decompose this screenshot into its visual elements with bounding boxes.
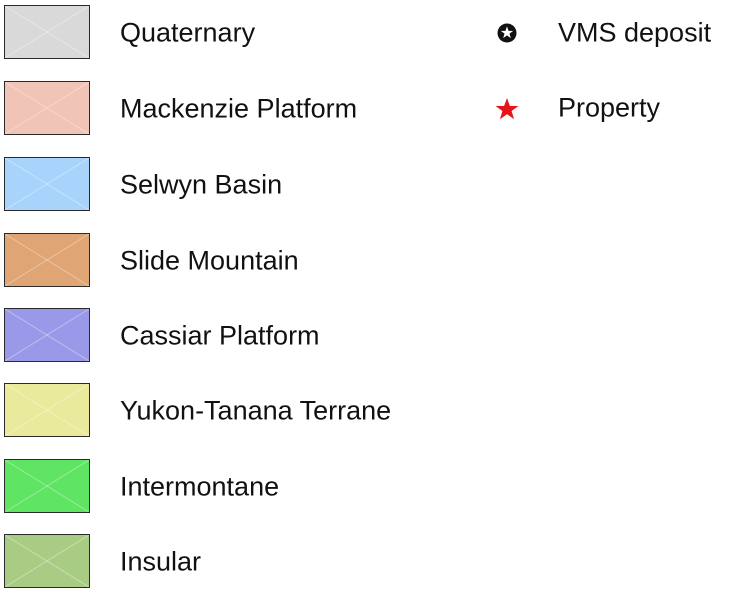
legend-item-selwyn-basin: Selwyn Basin <box>4 157 444 213</box>
swatch-hatch <box>5 6 89 58</box>
yukon-tanana-terrane-swatch <box>4 383 90 437</box>
circled-star-icon <box>490 13 524 53</box>
legend-label-vms-deposit: VMS deposit <box>558 17 712 48</box>
swatch-hatch <box>5 384 89 436</box>
swatch-hatch <box>5 460 89 512</box>
legend-label-mackenzie-platform: Mackenzie Platform <box>120 93 358 124</box>
intermontane-swatch <box>4 459 90 513</box>
legend-item-yukon-tanana-terrane: Yukon-Tanana Terrane <box>4 383 444 439</box>
legend-item-property: Property <box>490 88 735 128</box>
swatch-hatch <box>5 234 89 286</box>
legend-label-selwyn-basin: Selwyn Basin <box>120 169 283 200</box>
legend-label-yukon-tanana-terrane: Yukon-Tanana Terrane <box>120 395 392 426</box>
legend-item-mackenzie-platform: Mackenzie Platform <box>4 81 444 137</box>
cassiar-platform-swatch <box>4 308 90 362</box>
slide-mountain-swatch <box>4 233 90 287</box>
red-star-icon <box>490 88 524 128</box>
legend-label-quaternary: Quaternary <box>120 17 256 48</box>
swatch-hatch <box>5 82 89 134</box>
legend-label-property: Property <box>558 92 661 123</box>
legend-item-vms-deposit: VMS deposit <box>490 13 735 53</box>
legend-item-intermontane: Intermontane <box>4 459 444 515</box>
swatch-hatch <box>5 158 89 210</box>
legend-item-insular: Insular <box>4 534 444 590</box>
legend-item-cassiar-platform: Cassiar Platform <box>4 308 444 364</box>
selwyn-basin-swatch <box>4 157 90 211</box>
legend-item-quaternary: Quaternary <box>4 5 444 61</box>
legend-label-cassiar-platform: Cassiar Platform <box>120 320 320 351</box>
map-legend: Quaternary Mackenzie Platform Selwyn Bas… <box>0 0 735 588</box>
legend-label-insular: Insular <box>120 546 202 577</box>
quaternary-swatch <box>4 5 90 59</box>
legend-label-intermontane: Intermontane <box>120 471 280 502</box>
legend-item-slide-mountain: Slide Mountain <box>4 233 444 289</box>
swatch-hatch <box>5 309 89 361</box>
red-star-glyph <box>495 98 519 120</box>
swatch-hatch <box>5 535 89 587</box>
mackenzie-platform-swatch <box>4 81 90 135</box>
legend-label-slide-mountain: Slide Mountain <box>120 245 299 276</box>
insular-swatch <box>4 534 90 588</box>
